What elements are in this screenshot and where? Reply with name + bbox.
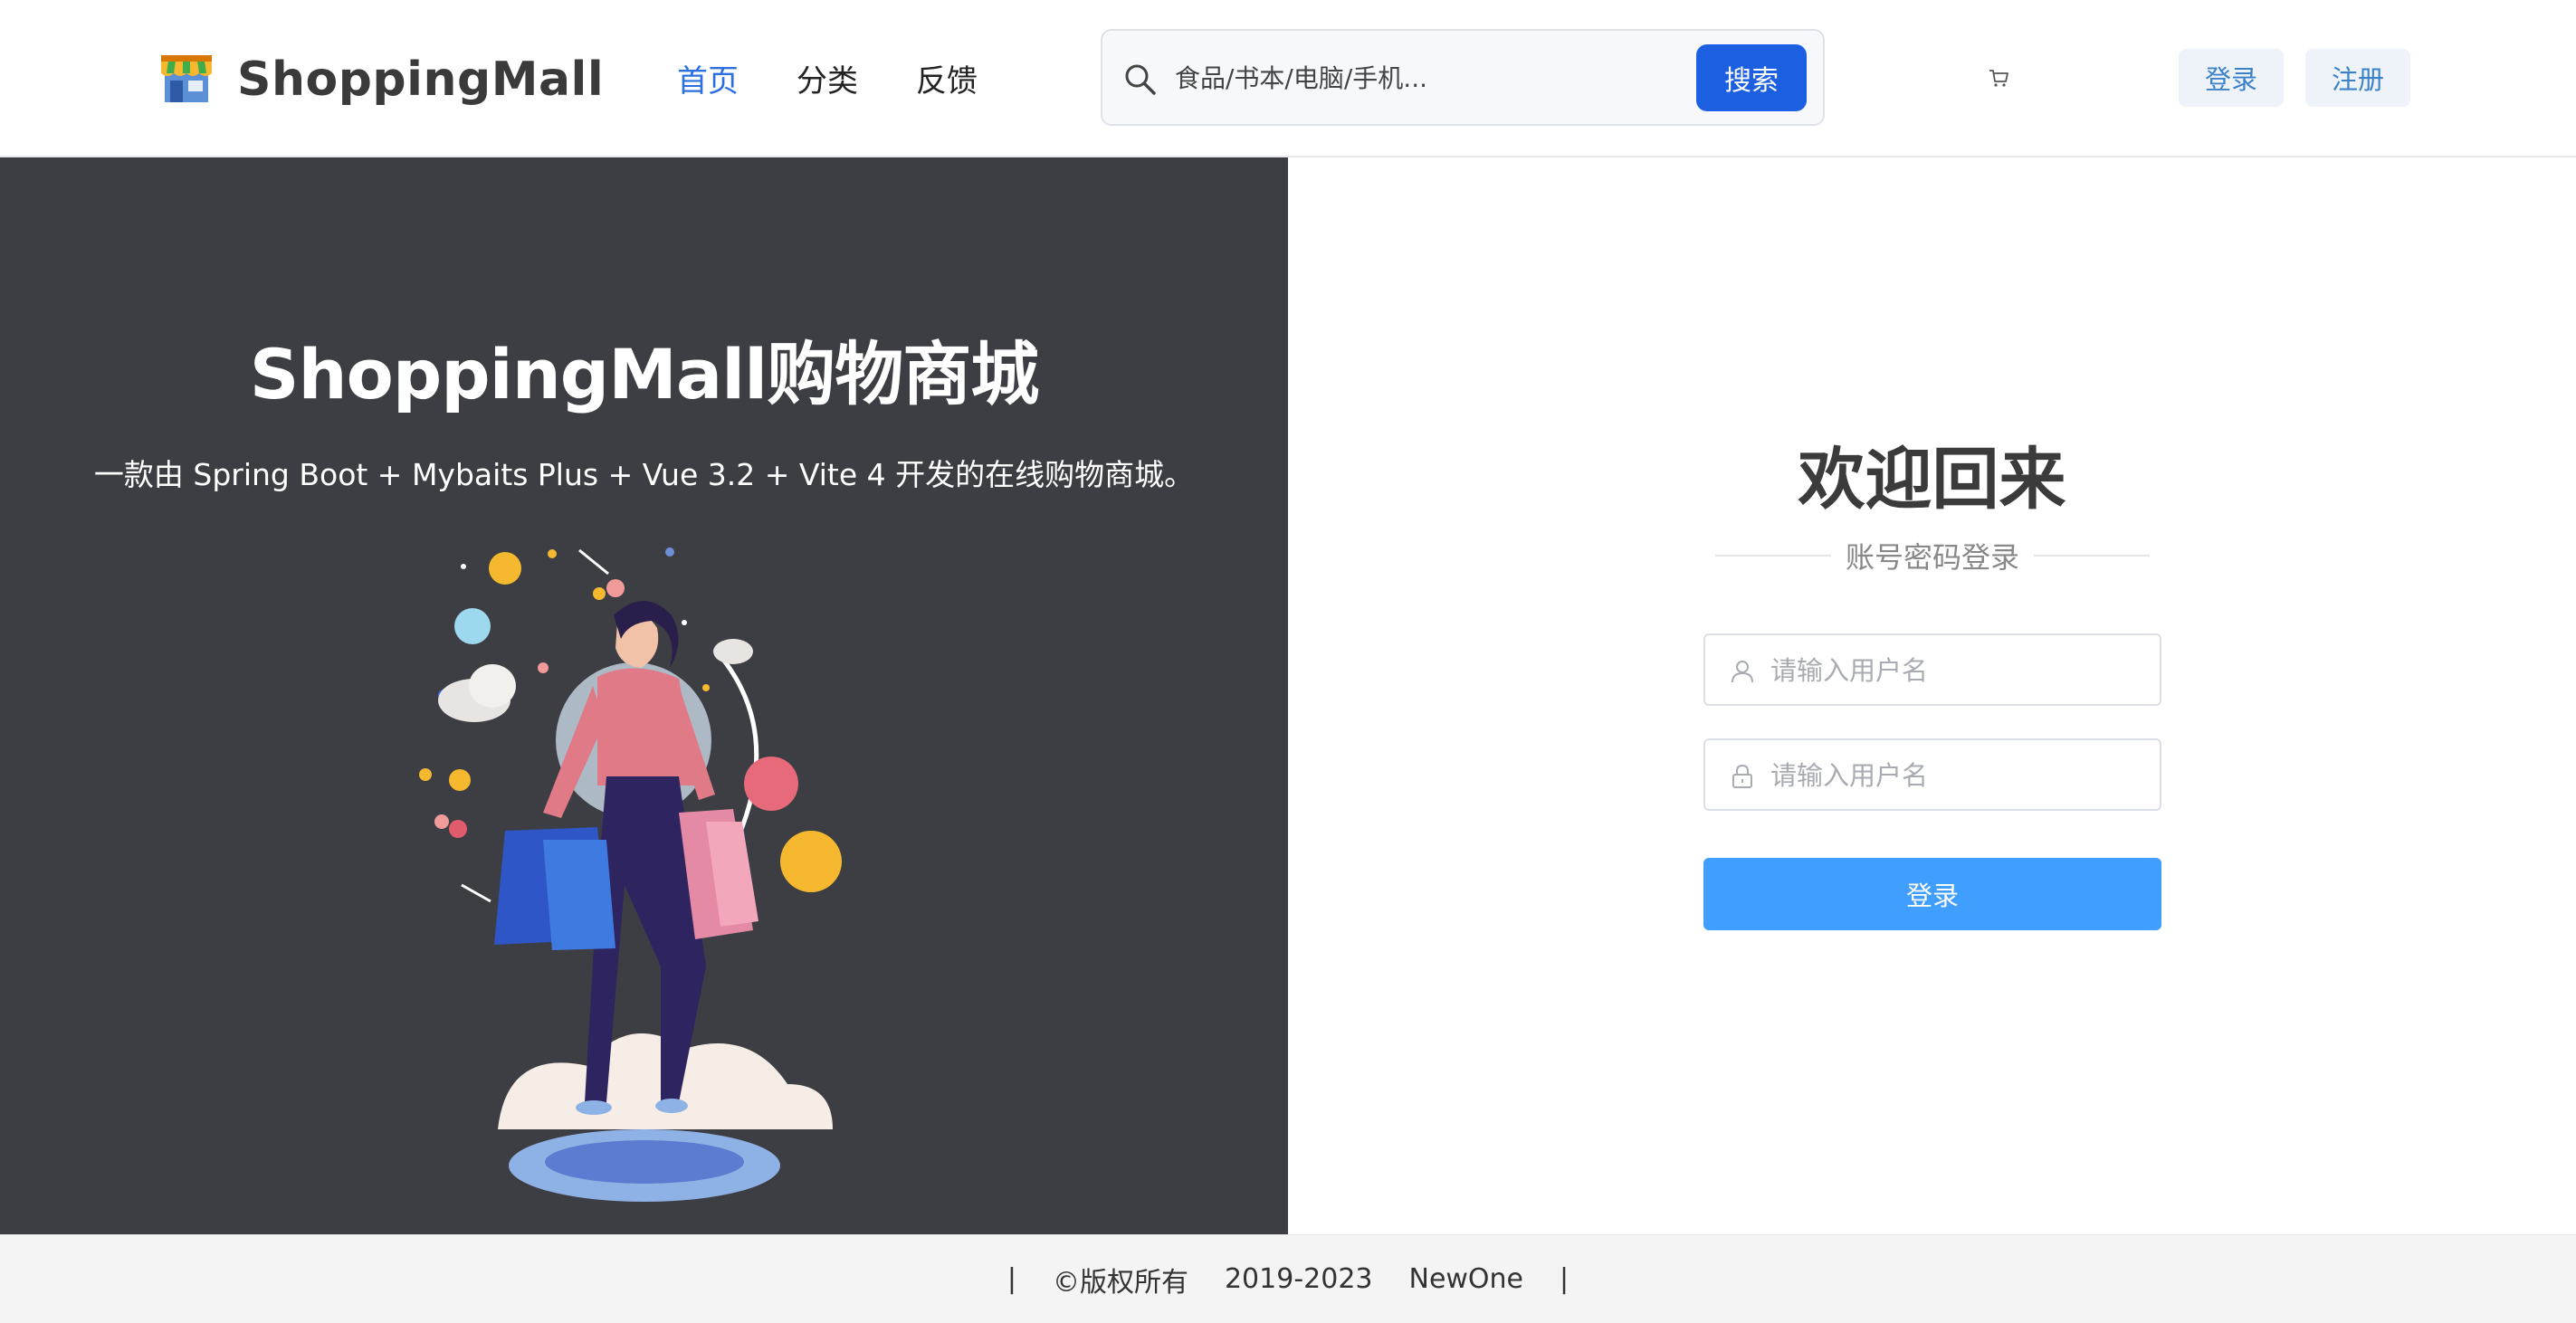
username-field: [1703, 633, 2161, 706]
lock-icon: [1732, 764, 1752, 788]
shop-logo-icon: [161, 55, 212, 102]
divider-line-left: [1715, 555, 1831, 557]
hero-subtitle: 一款由 Spring Boot + Mybaits Plus + Vue 3.2…: [93, 457, 1195, 492]
nav-item-category[interactable]: 分类: [797, 56, 858, 100]
search-button[interactable]: 搜索: [1696, 44, 1807, 111]
login-method-divider: 账号密码登录: [1715, 538, 2151, 575]
brand-name: ShoppingMall: [237, 52, 605, 107]
hero-banner: ShoppingMall购物商城 一款由 Spring Boot + Mybai…: [0, 157, 1288, 1234]
search-input[interactable]: [1175, 51, 1700, 105]
nav-item-feedback[interactable]: 反馈: [916, 56, 978, 100]
login-submit-button[interactable]: 登录: [1703, 858, 2161, 930]
main-nav: 首页 分类 反馈: [677, 56, 1035, 100]
hero-title: ShoppingMall购物商城: [249, 334, 1039, 414]
page-footer: | ©版权所有 2019-2023 NewOne |: [0, 1234, 2576, 1323]
user-icon: [1732, 661, 1753, 683]
nav-item-home[interactable]: 首页: [677, 56, 739, 100]
shopping-woman-illustration: [419, 547, 842, 1202]
footer-separator-right: |: [1560, 1263, 1569, 1295]
search-bar: 搜索: [1101, 29, 1825, 126]
header-register-button[interactable]: 注册: [2305, 49, 2410, 107]
divider-line-right: [2034, 555, 2151, 557]
header-login-button[interactable]: 登录: [2179, 49, 2284, 107]
top-header: ShoppingMall 首页 分类 反馈 搜索 登录 注册: [0, 0, 2576, 157]
username-input[interactable]: [1770, 644, 2142, 697]
password-input[interactable]: [1770, 749, 2142, 802]
footer-separator-left: |: [1007, 1263, 1016, 1295]
footer-owner: NewOne: [1408, 1263, 1524, 1295]
login-panel: 欢迎回来 账号密码登录 登录: [1288, 157, 2576, 1234]
footer-copyright: ©版权所有: [1052, 1266, 1188, 1299]
password-field: [1703, 738, 2161, 811]
welcome-heading: 欢迎回来: [1798, 441, 2066, 519]
login-method-label: 账号密码登录: [1846, 540, 2020, 575]
search-icon: [1125, 64, 1156, 95]
brand-logo[interactable]: ShoppingMall: [161, 52, 604, 107]
footer-years: 2019-2023: [1224, 1263, 1373, 1295]
cart-icon[interactable]: [1988, 67, 2009, 89]
